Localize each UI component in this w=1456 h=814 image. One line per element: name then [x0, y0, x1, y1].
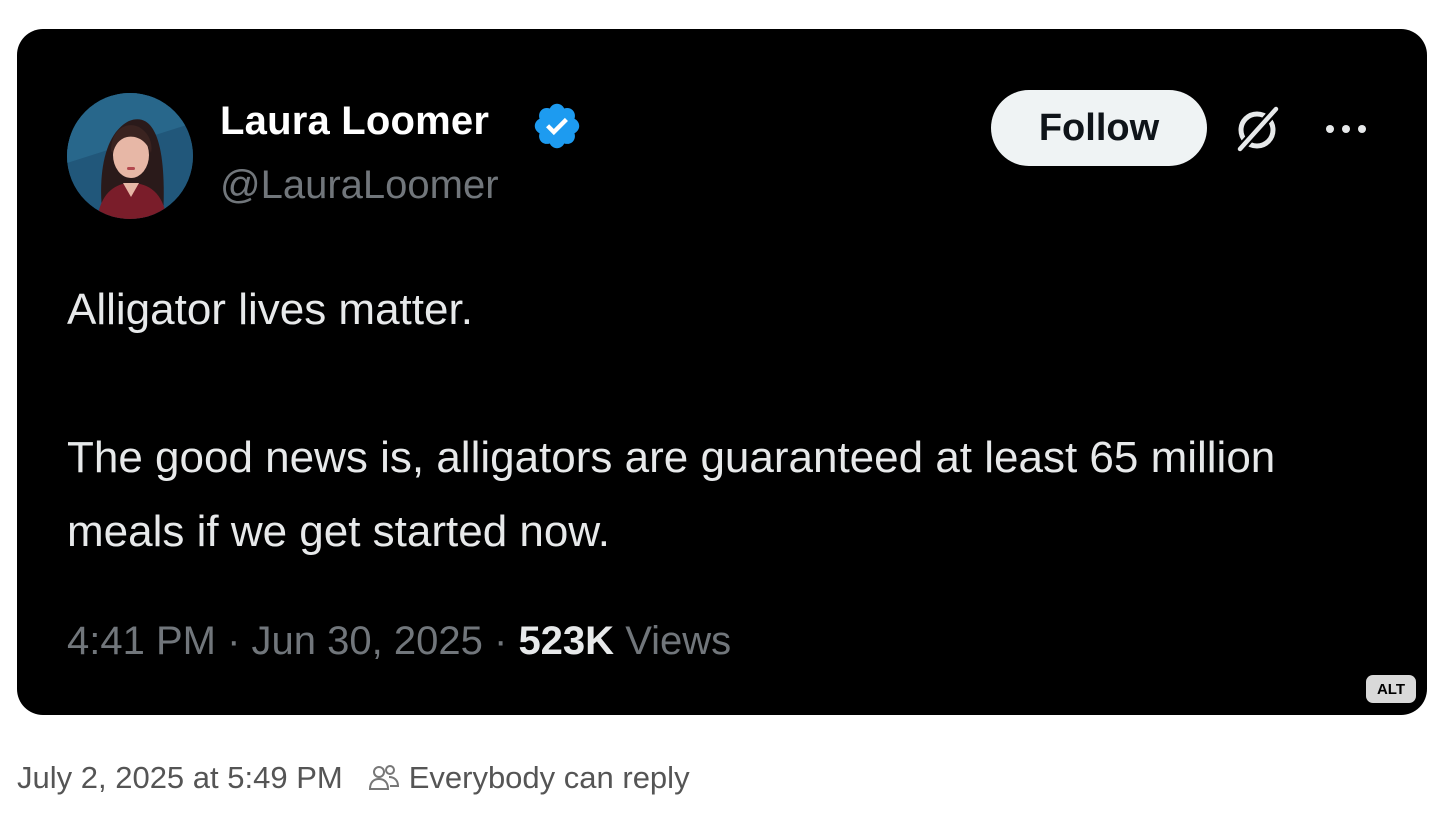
avatar[interactable] — [67, 93, 193, 219]
views-label: Views — [625, 619, 732, 663]
more-icon[interactable] — [1322, 111, 1370, 147]
post-footer: July 2, 2025 at 5:49 PM Everybody can re… — [17, 758, 690, 798]
tweet-text-line-2: The good news is, alligators are guarant… — [67, 433, 1276, 556]
views-count: 523K — [518, 619, 615, 663]
meta-separator: · — [227, 619, 241, 663]
post-timestamp: July 2, 2025 at 5:49 PM — [17, 760, 343, 795]
reply-scope-label: Everybody can reply — [408, 760, 690, 795]
follow-button[interactable]: Follow — [991, 90, 1207, 166]
tweet-meta: 4:41 PM · Jun 30, 2025 · 523K Views — [67, 619, 731, 664]
meta-separator: · — [493, 619, 508, 663]
people-icon — [368, 765, 399, 790]
tweet-date[interactable]: Jun 30, 2025 — [252, 619, 483, 663]
tweet-time[interactable]: 4:41 PM — [67, 619, 216, 663]
verified-badge-icon — [534, 103, 580, 149]
author-handle[interactable]: @LauraLoomer — [220, 163, 499, 208]
grok-icon[interactable] — [1230, 101, 1286, 157]
tweet-text-line-1: Alligator lives matter. — [67, 285, 473, 334]
tweet-text: Alligator lives matter. The good news is… — [67, 273, 1367, 569]
alt-badge[interactable]: ALT — [1366, 675, 1416, 703]
author-name[interactable]: Laura Loomer — [220, 99, 489, 144]
avatar-portrait — [67, 93, 193, 219]
tweet-card[interactable]: Laura Loomer @LauraLoomer Follow Alligat… — [17, 29, 1427, 715]
reply-scope[interactable]: Everybody can reply — [367, 760, 690, 796]
